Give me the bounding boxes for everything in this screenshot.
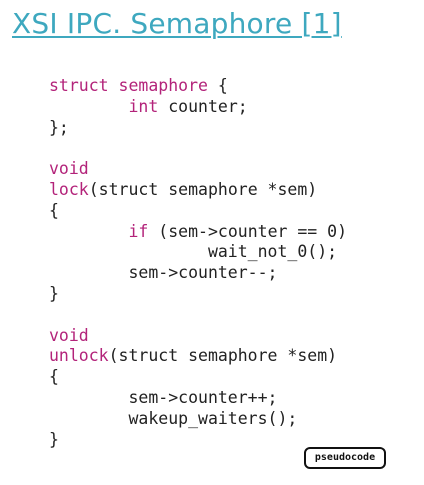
code-text: wakeup_waiters(); <box>49 408 298 428</box>
pseudocode-badge: pseudocode <box>304 447 386 469</box>
code-line: } <box>49 284 347 305</box>
code-keyword: lock <box>49 179 89 199</box>
code-text: sem->counter++; <box>49 387 278 407</box>
code-line: { <box>49 367 347 388</box>
code-text: }; <box>49 117 69 137</box>
code-text: (struct semaphore *sem) <box>108 346 338 366</box>
code-line: wakeup_waiters(); <box>49 409 347 430</box>
code-text: { <box>207 76 228 95</box>
code-keyword: struct <box>49 76 109 95</box>
code-line: sem->counter++; <box>49 388 347 409</box>
code-line: wait_not_0(); <box>49 242 347 263</box>
code-text: } <box>49 429 59 449</box>
code-text: { <box>49 367 59 387</box>
code-text: wait_not_0(); <box>49 242 338 262</box>
code-text: counter; <box>158 96 248 116</box>
code-text: (struct semaphore *sem) <box>88 179 318 199</box>
code-text: } <box>49 283 59 303</box>
code-line: }; <box>49 118 347 139</box>
code-text: (sem->counter == 0) <box>148 221 348 241</box>
code-keyword: unlock <box>49 346 109 366</box>
code-line: lock(struct semaphore *sem) <box>49 180 347 201</box>
code-keyword: void <box>49 159 89 179</box>
code-line: struct semaphore { <box>49 76 347 97</box>
slide-title: XSI IPC. Semaphore [1] <box>12 7 342 40</box>
slide: XSI IPC. Semaphore [1] struct semaphore … <box>0 0 424 485</box>
code-line: } <box>49 430 347 451</box>
code-line: void <box>49 326 347 347</box>
code-keyword: void <box>49 325 89 345</box>
code-keyword: int <box>128 96 159 116</box>
code-block: struct semaphore { int counter;}; void loc… <box>49 76 347 450</box>
code-keyword: if <box>128 221 149 241</box>
code-line: unlock(struct semaphore *sem) <box>49 346 347 367</box>
code-line: void <box>49 159 347 180</box>
code-line: if (sem->counter == 0) <box>49 222 347 243</box>
code-keyword: semaphore <box>118 76 208 95</box>
code-line: sem->counter--; <box>49 263 347 284</box>
code-text: sem->counter--; <box>49 263 278 283</box>
code-line: { <box>49 201 347 222</box>
code-text: { <box>49 200 59 220</box>
code-line: int counter; <box>49 97 347 118</box>
